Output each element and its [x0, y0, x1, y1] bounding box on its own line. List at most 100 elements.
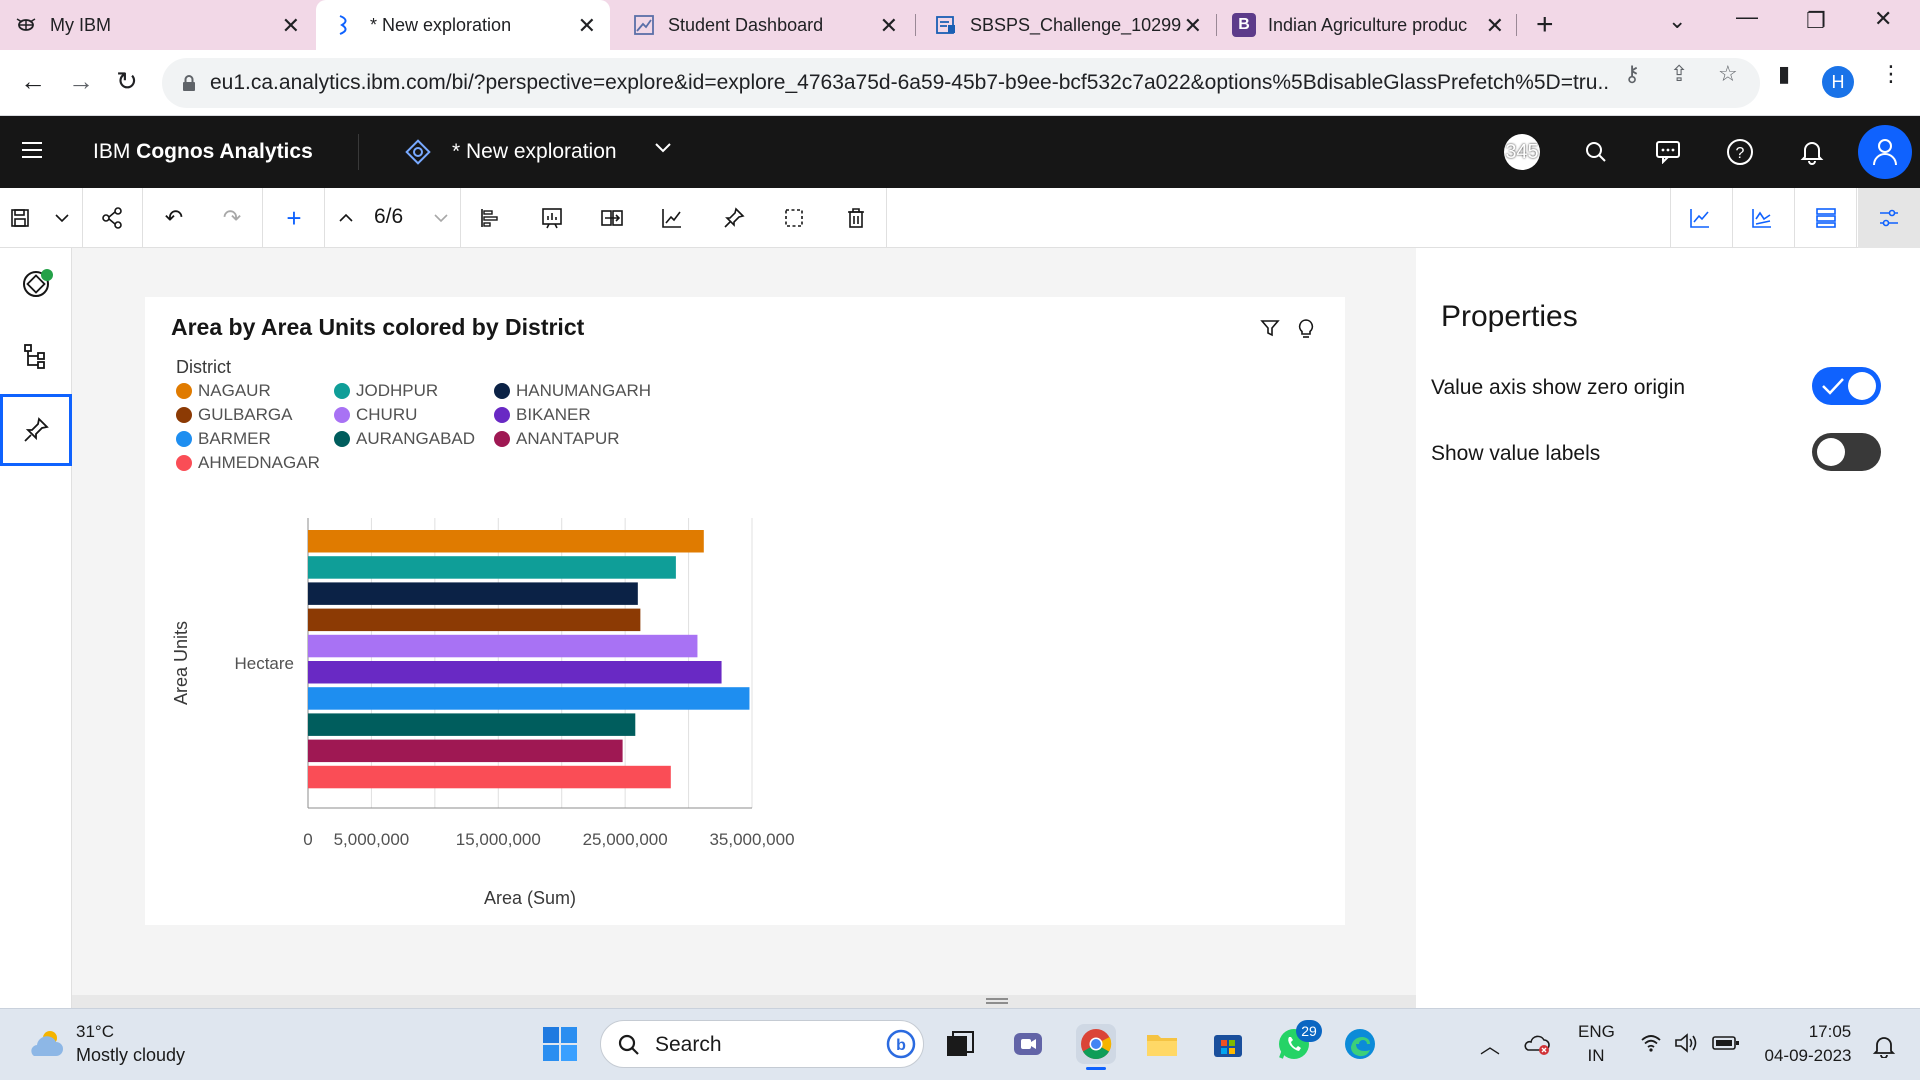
close-icon[interactable]: ✕: [880, 13, 898, 39]
clock-date[interactable]: 04-09-2023: [1756, 1046, 1860, 1066]
tab-my-ibm[interactable]: My IBM ✕: [14, 0, 314, 50]
legend-item[interactable]: BIKANER: [494, 405, 591, 425]
bar-aurangabad[interactable]: [308, 713, 636, 736]
data-sources-button[interactable]: [0, 248, 72, 320]
bar-anantapur[interactable]: [308, 739, 623, 763]
close-icon[interactable]: ✕: [1486, 13, 1504, 39]
share-icon[interactable]: [82, 188, 142, 248]
new-tab-plus-icon[interactable]: +: [1536, 8, 1554, 42]
wifi-icon[interactable]: [1640, 1034, 1662, 1057]
legend-item[interactable]: CHURU: [334, 405, 417, 425]
lightbulb-icon[interactable]: [1297, 318, 1315, 346]
compare-icon[interactable]: [582, 188, 642, 248]
tab-search-chevron-icon[interactable]: ⌄: [1668, 8, 1686, 34]
undo-icon[interactable]: ↶: [144, 188, 204, 248]
pins-button[interactable]: [0, 394, 72, 466]
language-bottom[interactable]: IN: [1578, 1046, 1614, 1066]
legend-item[interactable]: JODHPUR: [334, 381, 438, 401]
chevron-down-icon[interactable]: [652, 136, 674, 164]
edge-icon[interactable]: [1340, 1024, 1380, 1064]
hamburger-menu-icon[interactable]: [22, 142, 42, 158]
taskbar-search-box[interactable]: Search b: [600, 1020, 924, 1068]
zero-origin-toggle[interactable]: [1812, 367, 1881, 405]
bar-ahmednagar[interactable]: [308, 765, 671, 789]
legend-item[interactable]: AURANGABAD: [334, 429, 475, 449]
reload-icon[interactable]: ↻: [116, 66, 138, 97]
previous-card-chevron-up-icon[interactable]: [318, 188, 374, 248]
show-hidden-icons-chevron-icon[interactable]: ︿: [1480, 1030, 1500, 1059]
onedrive-error-icon[interactable]: [1524, 1032, 1552, 1061]
add-card-plus-icon[interactable]: +: [264, 188, 324, 248]
fields-list-icon[interactable]: [1796, 188, 1856, 248]
omnibox[interactable]: eu1.ca.analytics.ibm.com/bi/?perspective…: [162, 58, 1760, 108]
bar-hanumangarh[interactable]: [308, 582, 638, 605]
legend-item[interactable]: BARMER: [176, 429, 271, 449]
tab-sbsps-challenge[interactable]: SBSPS_Challenge_10299 ✕: [916, 0, 1216, 50]
close-icon[interactable]: ✕: [282, 13, 300, 39]
resize-handle[interactable]: [986, 998, 1008, 1004]
value-labels-toggle[interactable]: [1812, 433, 1881, 471]
tab-new-exploration[interactable]: * New exploration ✕: [316, 0, 610, 50]
redo-icon[interactable]: ↷: [202, 188, 262, 248]
close-icon[interactable]: ✕: [578, 13, 596, 39]
chat-icon[interactable]: [1650, 134, 1686, 170]
restore-icon[interactable]: ❐: [1806, 8, 1826, 34]
windows-start-icon[interactable]: [542, 1026, 578, 1067]
help-icon[interactable]: ?: [1722, 134, 1758, 170]
clock-time[interactable]: 17:05: [1800, 1022, 1860, 1042]
legend-item[interactable]: HANUMANGARH: [494, 381, 651, 401]
profile-avatar[interactable]: H: [1822, 66, 1854, 98]
delete-trash-icon[interactable]: [826, 188, 886, 248]
browser-menu-icon[interactable]: ⋮: [1880, 61, 1902, 87]
bookmark-star-icon[interactable]: ☆: [1718, 61, 1738, 87]
notification-center-icon[interactable]: [1872, 1034, 1896, 1063]
legend-item[interactable]: ANANTAPUR: [494, 429, 620, 449]
teams-chat-icon[interactable]: [1008, 1024, 1048, 1064]
analytics-chart-icon[interactable]: [1732, 188, 1792, 248]
focus-frame-icon[interactable]: [764, 188, 824, 248]
bar-barmer[interactable]: [308, 687, 750, 710]
properties-settings-icon[interactable]: [1858, 188, 1920, 248]
notification-count-badge[interactable]: 345: [1504, 134, 1540, 170]
bar-gulbarga[interactable]: [308, 608, 641, 632]
tab-student-dashboard[interactable]: Student Dashboard ✕: [612, 0, 912, 50]
chrome-icon[interactable]: [1076, 1024, 1116, 1064]
filter-icon[interactable]: [1260, 318, 1280, 344]
pin-icon[interactable]: [704, 188, 764, 248]
window-close-icon[interactable]: ✕: [1874, 6, 1892, 32]
cloudy-weather-icon[interactable]: [24, 1026, 66, 1065]
save-menu-chevron-icon[interactable]: [42, 188, 82, 248]
minimize-icon[interactable]: —: [1736, 4, 1758, 30]
language-top[interactable]: ENG: [1578, 1022, 1615, 1042]
bar-churu[interactable]: [308, 634, 698, 658]
volume-icon[interactable]: [1674, 1032, 1700, 1059]
microsoft-store-icon[interactable]: [1208, 1024, 1248, 1064]
task-view-icon[interactable]: [940, 1024, 980, 1064]
insights-icon[interactable]: [522, 188, 582, 248]
notification-bell-icon[interactable]: [1794, 134, 1830, 170]
share-icon[interactable]: ⇪: [1670, 61, 1688, 87]
key-icon[interactable]: ⚷: [1624, 61, 1640, 87]
close-icon[interactable]: ✕: [1184, 13, 1202, 39]
line-chart-icon[interactable]: [1670, 188, 1730, 248]
bar-jodhpur[interactable]: [308, 556, 676, 579]
relationships-button[interactable]: [0, 320, 72, 392]
user-account-button[interactable]: [1858, 125, 1912, 179]
save-icon[interactable]: [0, 188, 40, 248]
search-icon[interactable]: [1578, 134, 1614, 170]
legend-item[interactable]: GULBARGA: [176, 405, 292, 425]
bar-chart-visualization-icon[interactable]: [460, 188, 520, 248]
legend-item[interactable]: NAGAUR: [176, 381, 271, 401]
side-panel-icon[interactable]: ▮: [1778, 61, 1790, 87]
battery-icon[interactable]: [1712, 1035, 1740, 1056]
forward-arrow-icon[interactable]: →: [68, 66, 94, 97]
tab-indian-agriculture[interactable]: B Indian Agriculture produc ✕: [1218, 0, 1518, 50]
file-explorer-icon[interactable]: [1142, 1024, 1182, 1064]
bar-nagaur[interactable]: [308, 530, 704, 553]
legend-item[interactable]: AHMEDNAGAR: [176, 453, 320, 473]
forecast-icon[interactable]: [642, 188, 702, 248]
back-arrow-icon[interactable]: ←: [20, 66, 46, 97]
taskbar-search-text: Search: [655, 1033, 722, 1056]
next-card-chevron-down-icon[interactable]: [416, 188, 466, 248]
bar-bikaner[interactable]: [308, 661, 722, 684]
